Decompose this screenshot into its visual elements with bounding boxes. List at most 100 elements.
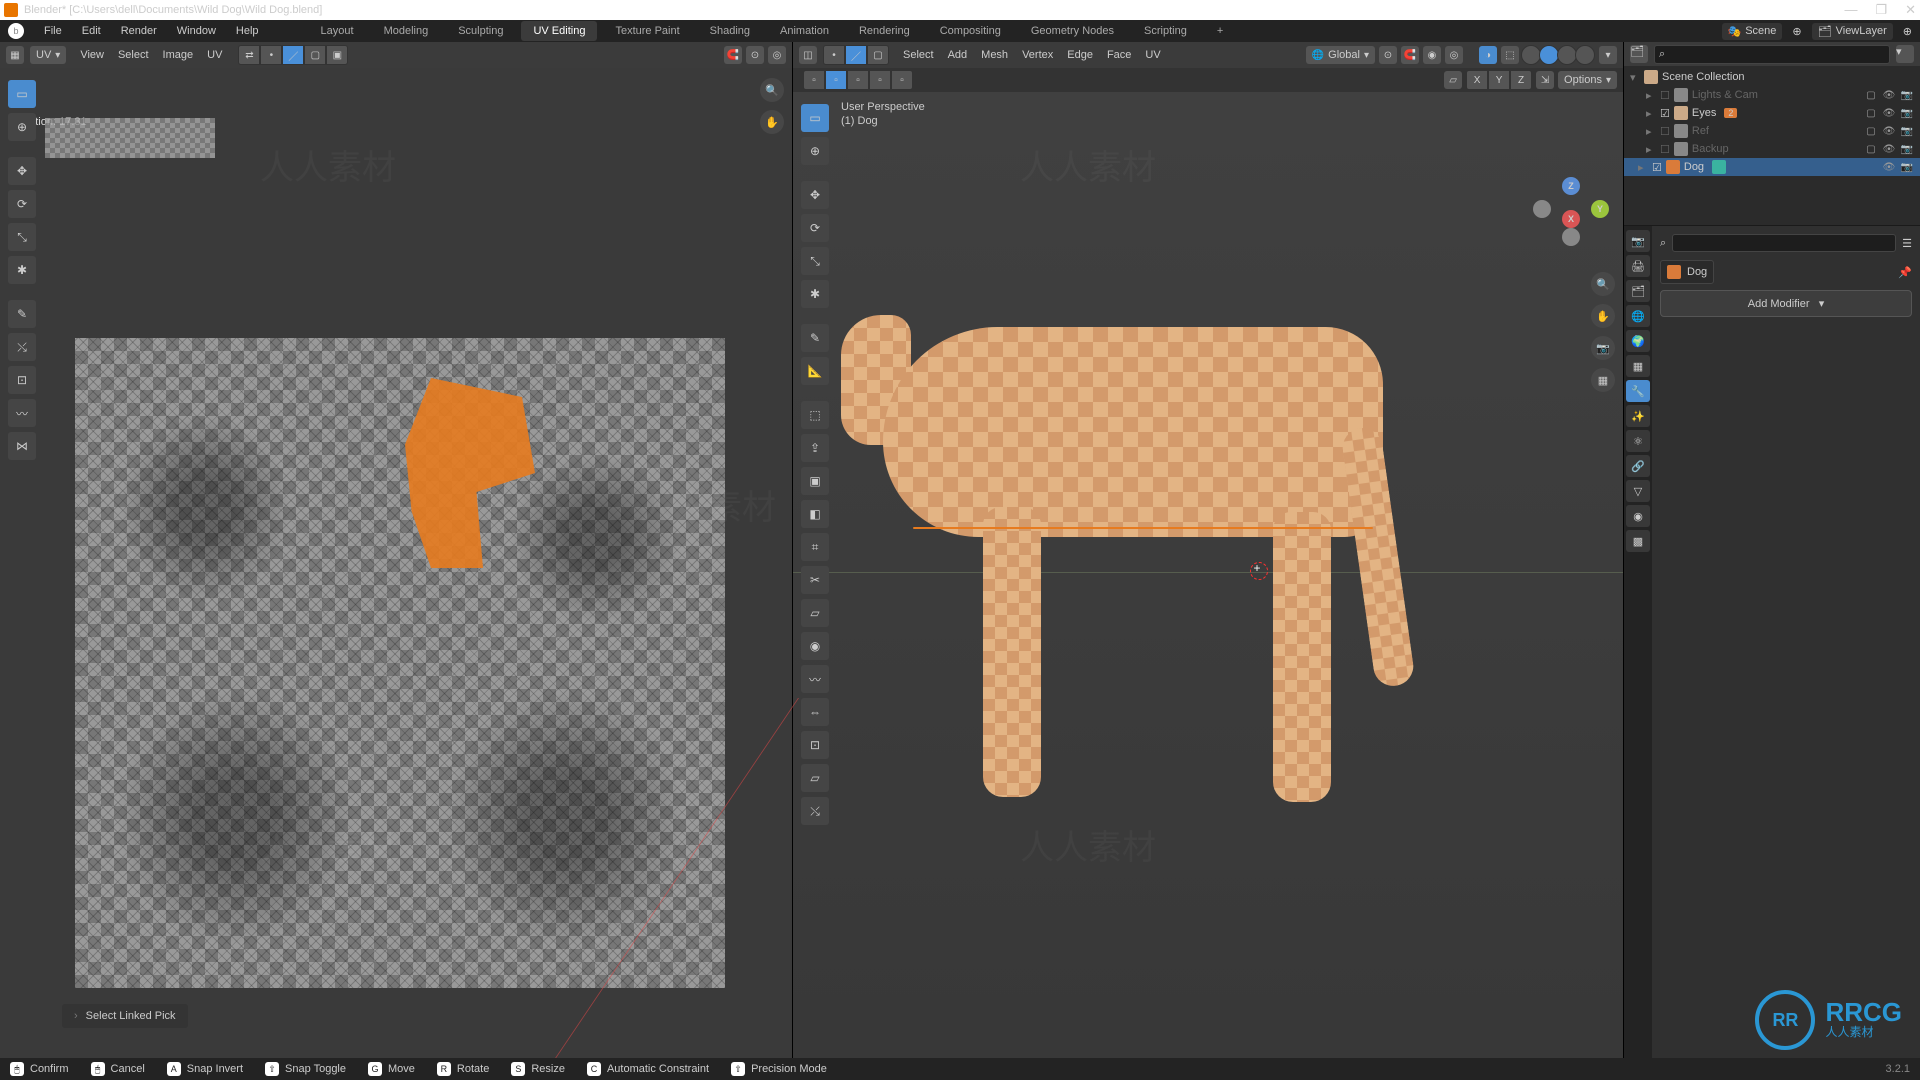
v3d-tool-rip[interactable]: ⤯ <box>801 797 829 825</box>
v3d-tool-scale[interactable]: ⤡ <box>801 247 829 275</box>
outliner-item-eyes[interactable]: ▸ ☑ Eyes 2 ▢👁📷 <box>1624 104 1920 122</box>
ptab-texture[interactable]: ▩ <box>1626 530 1650 552</box>
uv-selmode-sync[interactable]: ⇄ <box>238 45 260 65</box>
tool-rotate[interactable]: ⟳ <box>8 190 36 218</box>
view3d-type-icon[interactable]: ◫ <box>799 46 817 64</box>
selmode-face[interactable]: ▢ <box>867 45 889 65</box>
ws-animation[interactable]: Animation <box>768 21 841 41</box>
v3d-tool-annotate[interactable]: ✎ <box>801 324 829 352</box>
restrict-viewport-icon[interactable]: ▢ <box>1864 88 1878 102</box>
v3d-menu-edge[interactable]: Edge <box>1067 49 1093 61</box>
tool-rip[interactable]: ⤯ <box>8 333 36 361</box>
snap-icon[interactable]: 🧲 <box>1401 46 1419 64</box>
outliner-root[interactable]: ▾ Scene Collection <box>1624 68 1920 86</box>
scene-selector[interactable]: 🎭 Scene <box>1722 23 1783 40</box>
options-dropdown[interactable]: Options ▾ <box>1558 71 1617 89</box>
ptab-scene[interactable]: 🌐 <box>1626 305 1650 327</box>
mirror-toggle[interactable]: ▱ <box>1444 71 1462 89</box>
v3d-tool-rotate[interactable]: ⟳ <box>801 214 829 242</box>
v3d-persp-icon[interactable]: ▦ <box>1591 368 1615 392</box>
meshsel-4[interactable]: ▫ <box>869 70 891 90</box>
menu-render[interactable]: Render <box>111 21 167 41</box>
mirror-x[interactable]: X <box>1466 70 1488 90</box>
shade-matprev[interactable] <box>1557 45 1577 65</box>
ptab-material[interactable]: ◉ <box>1626 505 1650 527</box>
v3d-tool-select[interactable]: ▭ <box>801 104 829 132</box>
v3d-menu-mesh[interactable]: Mesh <box>981 49 1008 61</box>
uv-zoom-icon[interactable]: 🔍 <box>760 78 784 102</box>
window-close-button[interactable]: ✕ <box>1905 2 1916 18</box>
tool-grab[interactable]: ⊡ <box>8 366 36 394</box>
ws-texture-paint[interactable]: Texture Paint <box>603 21 691 41</box>
v3d-tool-edgeslide[interactable]: ⇔ <box>801 698 829 726</box>
props-options-icon[interactable]: ☰ <box>1902 237 1912 250</box>
meshsel-3[interactable]: ▫ <box>847 70 869 90</box>
meshsel-5[interactable]: ▫ <box>891 70 913 90</box>
ptab-modifiers[interactable]: 🔧 <box>1626 380 1650 402</box>
menu-help[interactable]: Help <box>226 21 269 41</box>
propedit-icon[interactable]: ◉ <box>1423 46 1441 64</box>
ptab-particles[interactable]: ✨ <box>1626 405 1650 427</box>
v3d-tool-extrude[interactable]: ⇪ <box>801 434 829 462</box>
outliner-item-dog[interactable]: ▸ ☑ Dog 👁📷 <box>1624 158 1920 176</box>
ws-uv-editing[interactable]: UV Editing <box>521 21 597 41</box>
uv-snap-icon[interactable]: 🧲 <box>724 46 742 64</box>
automerge-icon[interactable]: ⇲ <box>1536 71 1554 89</box>
ws-rendering[interactable]: Rendering <box>847 21 922 41</box>
menu-edit[interactable]: Edit <box>72 21 111 41</box>
v3d-tool-spin[interactable]: ◉ <box>801 632 829 660</box>
outliner-item-backup[interactable]: ▸ ☐ Backup ▢👁📷 <box>1624 140 1920 158</box>
uv-mode-dropdown[interactable]: UV ▾ <box>30 46 66 64</box>
v3d-menu-vertex[interactable]: Vertex <box>1022 49 1053 61</box>
uv-menu-select[interactable]: Select <box>118 49 149 61</box>
window-minimize-button[interactable]: — <box>1844 2 1857 18</box>
gizmo-neg-z[interactable] <box>1562 228 1580 246</box>
v3d-tool-inset[interactable]: ▣ <box>801 467 829 495</box>
ws-sculpting[interactable]: Sculpting <box>446 21 515 41</box>
shade-rendered[interactable] <box>1575 45 1595 65</box>
uv-menu-uv[interactable]: UV <box>207 49 222 61</box>
ws-modeling[interactable]: Modeling <box>372 21 441 41</box>
v3d-pan-icon[interactable]: ✋ <box>1591 304 1615 328</box>
shade-solid[interactable] <box>1539 45 1559 65</box>
tool-relax[interactable]: 〰 <box>8 399 36 427</box>
uv-selmode-vertex[interactable]: • <box>260 45 282 65</box>
v3d-menu-add[interactable]: Add <box>948 49 968 61</box>
active-object-pill[interactable]: Dog <box>1660 260 1714 284</box>
gizmo-z[interactable]: Z <box>1562 177 1580 195</box>
v3d-tool-shrink[interactable]: ⊡ <box>801 731 829 759</box>
tool-annotate[interactable]: ✎ <box>8 300 36 328</box>
ws-add[interactable]: + <box>1205 21 1235 41</box>
gizmo-visibility-icon[interactable]: ◎ <box>1445 46 1463 64</box>
tool-scale[interactable]: ⤡ <box>8 223 36 251</box>
v3d-menu-uv[interactable]: UV <box>1145 49 1160 61</box>
ptab-mesh[interactable]: ▽ <box>1626 480 1650 502</box>
uv-selmode-face[interactable]: ▢ <box>304 45 326 65</box>
selmode-edge[interactable]: ／ <box>845 45 867 65</box>
ws-shading[interactable]: Shading <box>698 21 762 41</box>
outliner-search[interactable]: ⌕ <box>1654 45 1890 64</box>
outliner-filter-icon[interactable]: ▾ <box>1896 45 1914 63</box>
viewlayer-new-button[interactable]: ⊕ <box>1903 25 1912 38</box>
camera-icon[interactable]: 📷 <box>1900 88 1914 102</box>
props-search-input[interactable] <box>1672 234 1896 252</box>
gizmo-x[interactable]: X <box>1562 210 1580 228</box>
tool-select-box[interactable]: ▭ <box>8 80 36 108</box>
v3d-tool-bevel[interactable]: ◧ <box>801 500 829 528</box>
ptab-physics[interactable]: ⚛ <box>1626 430 1650 452</box>
uv-menu-image[interactable]: Image <box>163 49 194 61</box>
menu-window[interactable]: Window <box>167 21 226 41</box>
mirror-y[interactable]: Y <box>1488 70 1510 90</box>
gizmo-y[interactable]: Y <box>1591 200 1609 218</box>
uv-editor-type-icon[interactable]: ▦ <box>6 46 24 64</box>
orientation-dropdown[interactable]: 🌐 Global ▾ <box>1306 46 1375 64</box>
redo-panel[interactable]: › Select Linked Pick <box>62 1004 188 1028</box>
uv-selmode-island[interactable]: ▣ <box>326 45 348 65</box>
v3d-camera-icon[interactable]: 📷 <box>1591 336 1615 360</box>
v3d-tool-knife[interactable]: ✂ <box>801 566 829 594</box>
scene-new-button[interactable]: ⊕ <box>1792 25 1801 38</box>
orientation-gizmo[interactable]: Z Y X <box>1531 172 1611 252</box>
uv-image-canvas[interactable] <box>75 338 725 988</box>
uv-menu-view[interactable]: View <box>80 49 104 61</box>
pivot-icon[interactable]: ⊙ <box>1379 46 1397 64</box>
